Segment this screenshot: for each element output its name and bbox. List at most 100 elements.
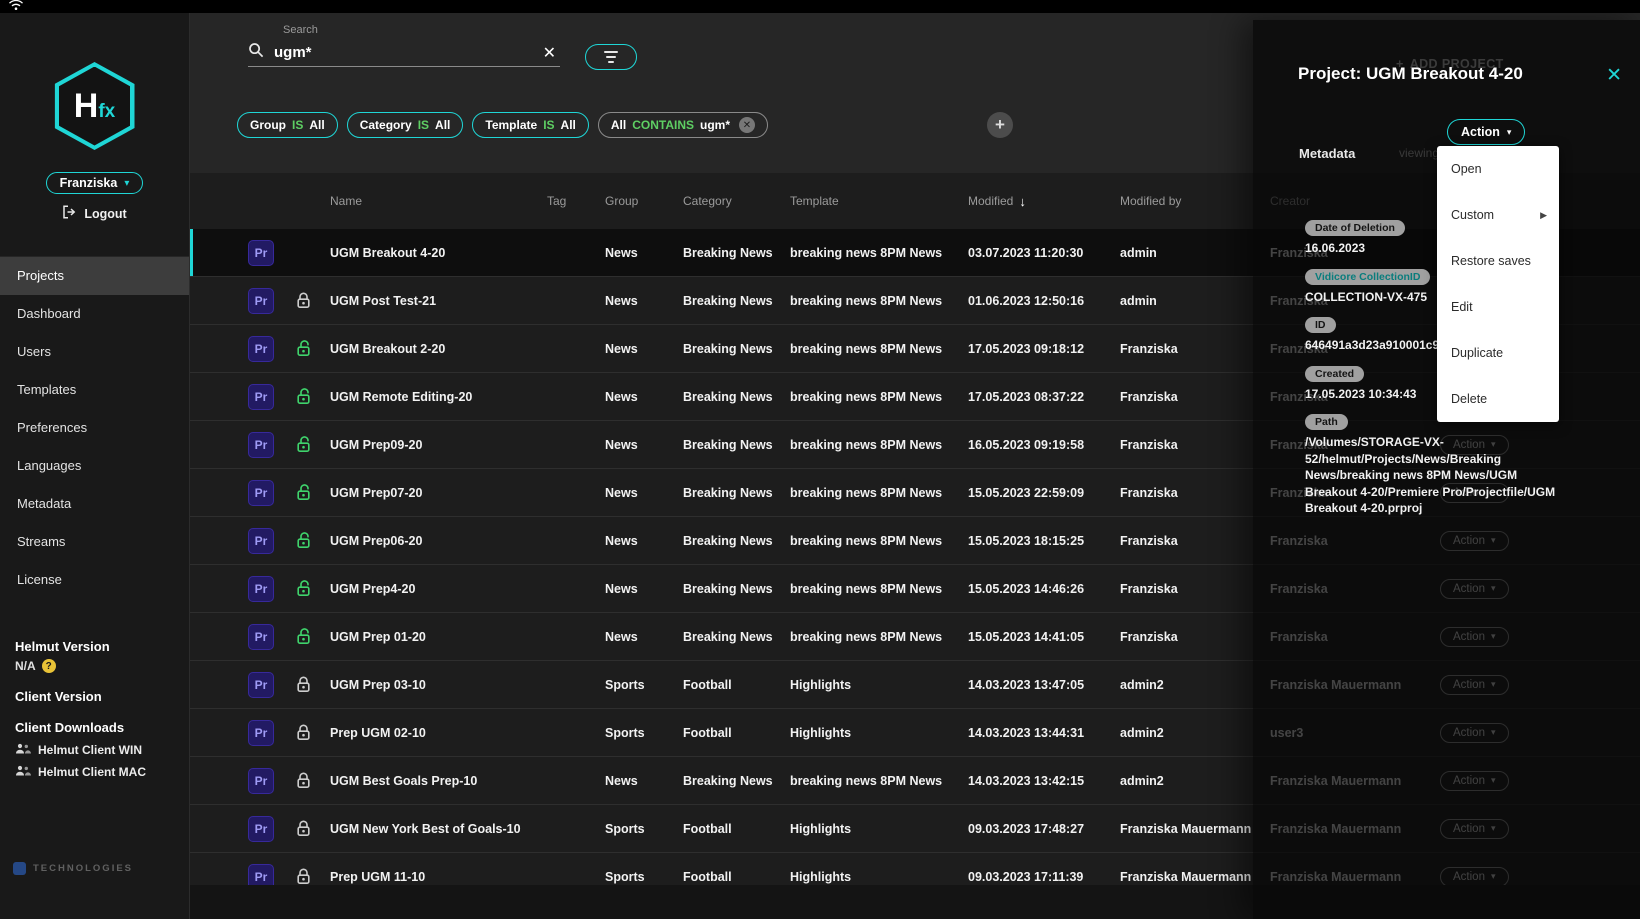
sidebar-item-streams[interactable]: Streams bbox=[0, 523, 189, 561]
lock-open-icon bbox=[296, 484, 330, 501]
panel-action-button[interactable]: Action ▾ bbox=[1447, 119, 1525, 145]
filter-chip-all[interactable]: AllCONTAINSugm*✕ bbox=[598, 112, 768, 138]
logout-button[interactable]: Logout bbox=[62, 205, 126, 222]
sidebar-item-preferences[interactable]: Preferences bbox=[0, 409, 189, 447]
project-name: UGM Prep07-20 bbox=[330, 486, 547, 500]
sidebar-item-dashboard[interactable]: Dashboard bbox=[0, 295, 189, 333]
project-name: UGM Prep09-20 bbox=[330, 438, 547, 452]
project-name: UGM Prep4-20 bbox=[330, 582, 547, 596]
modified-date: 14.03.2023 13:47:05 bbox=[968, 678, 1120, 692]
sidebar-item-metadata[interactable]: Metadata bbox=[0, 485, 189, 523]
project-group: News bbox=[605, 630, 683, 644]
filter-toggle-button[interactable] bbox=[585, 44, 637, 70]
column-header-name[interactable]: Name bbox=[330, 194, 547, 208]
column-header-group[interactable]: Group bbox=[605, 194, 683, 208]
modified-by: admin bbox=[1120, 246, 1270, 260]
project-category: Football bbox=[683, 870, 790, 884]
project-name: UGM Prep 01-20 bbox=[330, 630, 547, 644]
modified-by: Franziska bbox=[1120, 342, 1270, 356]
column-header-template[interactable]: Template bbox=[790, 194, 968, 208]
filter-chip-category[interactable]: CategoryISAll bbox=[347, 112, 464, 138]
help-badge-icon[interactable]: ? bbox=[42, 659, 56, 673]
column-header-modified-by[interactable]: Modified by bbox=[1120, 194, 1270, 208]
project-name: Prep UGM 11-10 bbox=[330, 870, 547, 884]
project-template: breaking news 8PM News bbox=[790, 774, 968, 788]
sidebar-nav: ProjectsDashboardUsersTemplatesPreferenc… bbox=[0, 256, 189, 599]
project-group: Sports bbox=[605, 726, 683, 740]
field-label-chip: ID bbox=[1305, 317, 1336, 333]
premiere-pro-icon: Pr bbox=[248, 576, 296, 602]
project-category: Football bbox=[683, 822, 790, 836]
filter-chip-template[interactable]: TemplateISAll bbox=[472, 112, 588, 138]
user-menu-button[interactable]: Franziska ▾ bbox=[46, 172, 144, 194]
project-template: breaking news 8PM News bbox=[790, 534, 968, 548]
clear-search-icon[interactable]: ✕ bbox=[543, 43, 560, 63]
modified-by: Franziska bbox=[1120, 438, 1270, 452]
modified-by: admin2 bbox=[1120, 774, 1270, 788]
project-name: Prep UGM 02-10 bbox=[330, 726, 547, 740]
modified-date: 15.05.2023 22:59:09 bbox=[968, 486, 1120, 500]
modified-date: 17.05.2023 09:18:12 bbox=[968, 342, 1120, 356]
premiere-pro-icon: Pr bbox=[248, 288, 296, 314]
modified-by: Franziska bbox=[1120, 486, 1270, 500]
sidebar-item-templates[interactable]: Templates bbox=[0, 371, 189, 409]
modified-by: Franziska Mauermann bbox=[1120, 870, 1270, 884]
sidebar: Hfx Franziska ▾ Logout ProjectsDashboard… bbox=[0, 13, 190, 919]
menu-item-restore-saves[interactable]: Restore saves bbox=[1437, 238, 1559, 284]
top-strip bbox=[0, 0, 1640, 13]
app-window: Hfx Franziska ▾ Logout ProjectsDashboard… bbox=[0, 0, 1640, 919]
project-group: Sports bbox=[605, 822, 683, 836]
menu-item-custom[interactable]: Custom▶ bbox=[1437, 192, 1559, 238]
remove-filter-icon[interactable]: ✕ bbox=[739, 117, 755, 133]
logout-icon bbox=[62, 205, 77, 222]
filter-chip-group[interactable]: GroupISAll bbox=[237, 112, 338, 138]
lock-open-icon bbox=[296, 436, 330, 453]
download-link[interactable]: Helmut Client WIN bbox=[15, 743, 189, 757]
sidebar-item-license[interactable]: License bbox=[0, 561, 189, 599]
lock-closed-icon bbox=[296, 772, 330, 789]
search-input[interactable]: ugm* ✕ bbox=[248, 39, 560, 67]
project-group: News bbox=[605, 342, 683, 356]
column-header-category[interactable]: Category bbox=[683, 194, 790, 208]
project-template: breaking news 8PM News bbox=[790, 342, 968, 356]
project-group: Sports bbox=[605, 678, 683, 692]
modified-by: admin2 bbox=[1120, 726, 1270, 740]
add-filter-button[interactable]: + bbox=[987, 112, 1013, 138]
sidebar-item-languages[interactable]: Languages bbox=[0, 447, 189, 485]
column-header-modified[interactable]: Modified ↓ bbox=[968, 194, 1120, 209]
logo-suffix: fx bbox=[98, 101, 115, 123]
project-group: News bbox=[605, 774, 683, 788]
metadata-field: Path/Volumes/STORAGE-VX-52/helmut/Projec… bbox=[1305, 412, 1557, 517]
menu-item-open[interactable]: Open bbox=[1437, 146, 1559, 192]
brand-logo-icon bbox=[13, 862, 26, 875]
lock-open-icon bbox=[296, 340, 330, 357]
column-header-tag[interactable]: Tag bbox=[547, 194, 605, 208]
lock-closed-icon bbox=[296, 292, 330, 309]
modified-date: 09.03.2023 17:48:27 bbox=[968, 822, 1120, 836]
project-template: Highlights bbox=[790, 726, 968, 740]
project-category: Breaking News bbox=[683, 534, 790, 548]
modified-by: Franziska Mauermann bbox=[1120, 822, 1270, 836]
menu-item-delete[interactable]: Delete bbox=[1437, 376, 1559, 422]
lock-open-icon bbox=[296, 580, 330, 597]
search-value: ugm* bbox=[274, 44, 533, 61]
premiere-pro-icon: Pr bbox=[248, 528, 296, 554]
modified-by: Franziska bbox=[1120, 534, 1270, 548]
menu-item-duplicate[interactable]: Duplicate bbox=[1437, 330, 1559, 376]
modified-date: 09.03.2023 17:11:39 bbox=[968, 870, 1120, 884]
project-category: Breaking News bbox=[683, 582, 790, 596]
project-template: breaking news 8PM News bbox=[790, 438, 968, 452]
app-logo: Hfx bbox=[55, 62, 135, 150]
modified-by: admin bbox=[1120, 294, 1270, 308]
menu-item-edit[interactable]: Edit bbox=[1437, 284, 1559, 330]
lock-closed-icon bbox=[296, 724, 330, 741]
premiere-pro-icon: Pr bbox=[248, 240, 296, 266]
client-version-label: Client Version bbox=[15, 689, 189, 704]
sidebar-item-projects[interactable]: Projects bbox=[0, 257, 189, 295]
premiere-pro-icon: Pr bbox=[248, 864, 296, 886]
sidebar-item-users[interactable]: Users bbox=[0, 333, 189, 371]
close-icon[interactable]: ✕ bbox=[1606, 64, 1622, 87]
project-template: breaking news 8PM News bbox=[790, 294, 968, 308]
download-link[interactable]: Helmut Client MAC bbox=[15, 765, 189, 779]
modified-date: 03.07.2023 11:20:30 bbox=[968, 246, 1120, 260]
